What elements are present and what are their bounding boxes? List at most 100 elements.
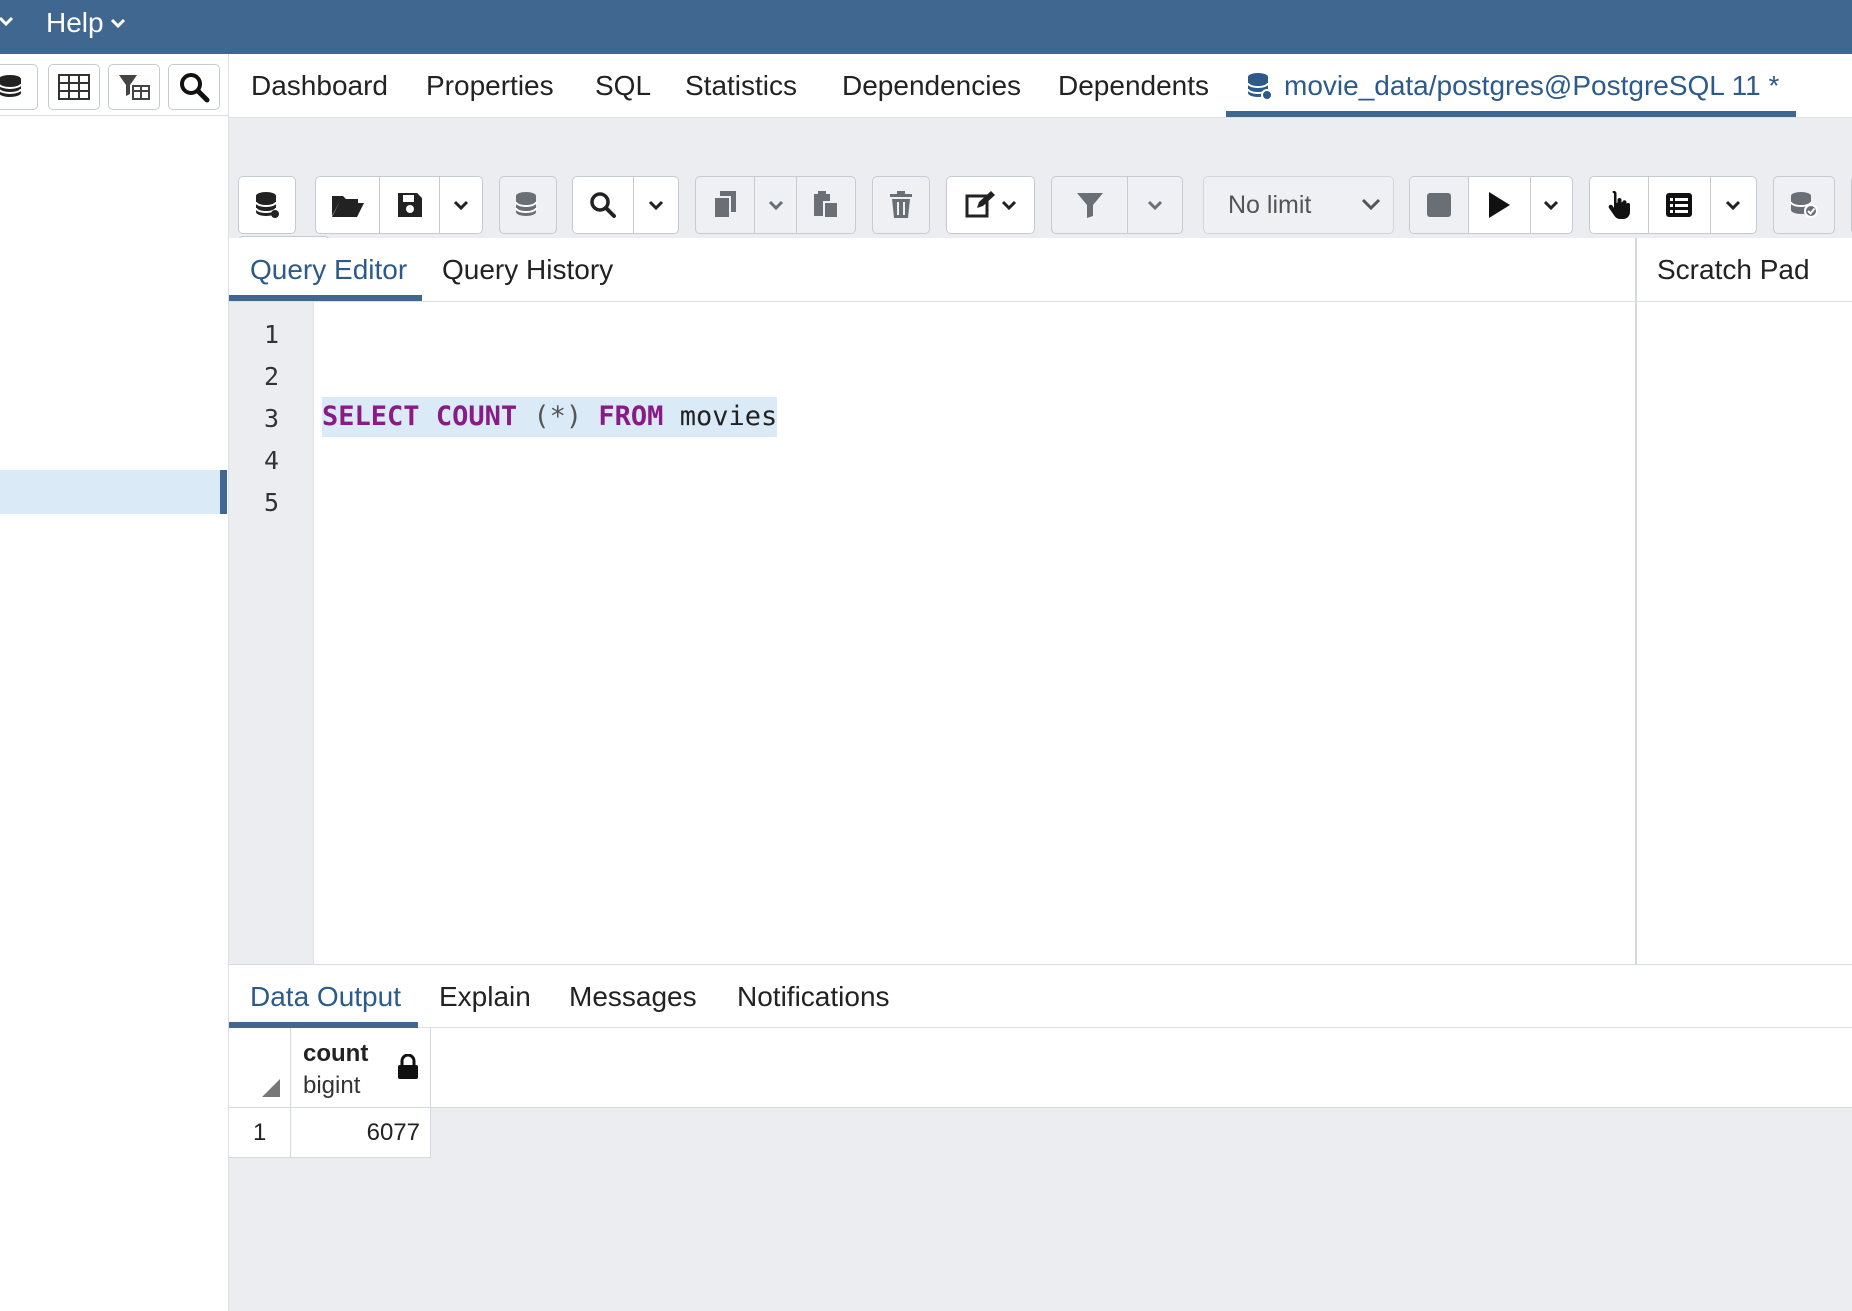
sql-identifier: movies: [679, 401, 778, 432]
paste-icon: [813, 191, 839, 219]
output-tabs: Data Output Explain Messages Notificatio…: [229, 964, 1852, 1028]
tab-query-tool[interactable]: movie_data/postgres@PostgreSQL 11 *: [1246, 66, 1779, 106]
tab-dependents[interactable]: Dependents: [1058, 66, 1209, 106]
tab-dashboard[interactable]: Dashboard: [251, 66, 388, 106]
query-tool-button[interactable]: [0, 64, 38, 110]
execute-button-group: [1409, 176, 1573, 234]
open-file-button[interactable]: [316, 177, 380, 233]
lock-icon: [398, 1054, 418, 1079]
trash-icon: [890, 191, 912, 218]
browser-panel: [0, 54, 229, 1311]
data-output-grid: count bigint 1 6077: [229, 1028, 1852, 1311]
chevron-down-icon: [1148, 200, 1163, 211]
execute-options-dropdown[interactable]: [1531, 177, 1572, 233]
execute-button[interactable]: [1469, 177, 1531, 233]
row-limit-select[interactable]: No limit: [1203, 176, 1394, 234]
copy-button[interactable]: [696, 177, 756, 233]
corner-triangle-icon: [262, 1079, 280, 1097]
filter-table-icon: [119, 75, 150, 100]
line-number: 1: [263, 320, 279, 349]
scratch-pad-textarea[interactable]: [1637, 302, 1852, 964]
active-tab-indicator: [1226, 111, 1796, 117]
paste-button[interactable]: [797, 177, 855, 233]
list-icon: [1666, 193, 1693, 217]
chevron-down-icon: [1361, 198, 1381, 211]
query-tabs: Query Editor Query History: [229, 238, 1635, 302]
sql-editor[interactable]: 1 2 3 4 5 SELECT COUNT (*) FROM movies: [229, 302, 1635, 964]
active-tab-indicator: [229, 295, 422, 301]
tab-query-history[interactable]: Query History: [442, 252, 613, 288]
tab-sql[interactable]: SQL: [595, 66, 651, 106]
stop-icon: [1427, 193, 1452, 217]
tab-dependencies[interactable]: Dependencies: [842, 66, 1021, 106]
tab-statistics[interactable]: Statistics: [685, 66, 797, 106]
tab-notifications[interactable]: Notifications: [737, 979, 890, 1015]
filtered-rows-button[interactable]: [108, 64, 160, 110]
view-data-button[interactable]: [48, 64, 100, 110]
copy-options-dropdown[interactable]: [755, 177, 797, 233]
database-icon: [0, 75, 22, 97]
sql-keyword: FROM: [598, 401, 664, 432]
row-number[interactable]: 1: [229, 1108, 291, 1158]
tab-properties[interactable]: Properties: [426, 66, 554, 106]
column-header[interactable]: count bigint: [291, 1028, 431, 1108]
find-options-dropdown[interactable]: [634, 177, 678, 233]
explain-button[interactable]: [1590, 177, 1650, 233]
pointer-hand-icon: [1608, 191, 1631, 219]
explain-analyze-button[interactable]: [1649, 177, 1711, 233]
line-number: 5: [263, 488, 279, 517]
sql-punctuation: (*): [533, 401, 583, 432]
selected-tree-node[interactable]: [0, 470, 227, 514]
folder-open-icon: [331, 196, 364, 217]
table-row: 1 6077: [229, 1108, 431, 1158]
code-line-3: SELECT COUNT (*) FROM movies: [322, 397, 778, 437]
explain-options-dropdown[interactable]: [1711, 177, 1756, 233]
chevron-down-icon: [1726, 200, 1741, 211]
query-toolbar: No limit: [229, 118, 1852, 292]
menu-bar: Help: [0, 0, 1852, 54]
database-icon: [1247, 73, 1272, 101]
cancel-query-button[interactable]: [1410, 177, 1470, 233]
help-menu[interactable]: Help: [46, 6, 126, 40]
filter-button[interactable]: [1052, 177, 1129, 233]
table-icon: [58, 74, 90, 100]
explain-button-group: [1589, 176, 1757, 234]
scratch-pad-panel: Scratch Pad: [1635, 238, 1852, 964]
tab-data-output[interactable]: Data Output: [250, 979, 401, 1015]
edit-options-button[interactable]: [946, 176, 1035, 234]
open-query-tool-button[interactable]: [238, 176, 296, 234]
find-button[interactable]: [573, 177, 635, 233]
filter-icon: [1076, 193, 1103, 218]
delete-rows-button[interactable]: [872, 176, 930, 234]
sql-keyword: COUNT: [435, 401, 518, 432]
main-area: Dashboard Properties SQL Statistics Depe…: [229, 54, 1852, 1311]
scratch-pad-title: Scratch Pad: [1637, 238, 1852, 302]
select-all-cell[interactable]: [229, 1028, 291, 1108]
tab-query-tool-label: movie_data/postgres@PostgreSQL 11 *: [1284, 70, 1780, 101]
save-file-button[interactable]: [380, 177, 440, 233]
row-limit-value: No limit: [1228, 190, 1312, 219]
chevron-down-icon[interactable]: [0, 12, 14, 32]
chevron-down-icon: [110, 18, 125, 29]
file-button-group: [315, 176, 483, 234]
copy-icon: [713, 191, 737, 219]
chevron-down-icon: [1001, 200, 1016, 211]
search-objects-button[interactable]: [168, 64, 220, 110]
search-icon: [590, 192, 617, 218]
line-number: 4: [263, 446, 279, 475]
sql-keyword: SELECT: [322, 401, 420, 432]
filter-options-dropdown[interactable]: [1128, 177, 1182, 233]
tab-query-editor[interactable]: Query Editor: [250, 252, 407, 288]
table-cell[interactable]: 6077: [291, 1108, 431, 1158]
tab-messages[interactable]: Messages: [569, 979, 697, 1015]
browser-toolbar: [0, 54, 229, 116]
grid-header-row: count bigint: [229, 1028, 1852, 1108]
commit-button[interactable]: [1773, 176, 1835, 234]
chevron-down-icon: [649, 200, 664, 211]
save-options-dropdown[interactable]: [440, 177, 482, 233]
save-data-button[interactable]: [499, 176, 557, 234]
chevron-down-icon: [1544, 200, 1559, 211]
chevron-down-icon: [453, 200, 469, 211]
play-icon: [1489, 192, 1511, 218]
tab-explain[interactable]: Explain: [439, 979, 531, 1015]
